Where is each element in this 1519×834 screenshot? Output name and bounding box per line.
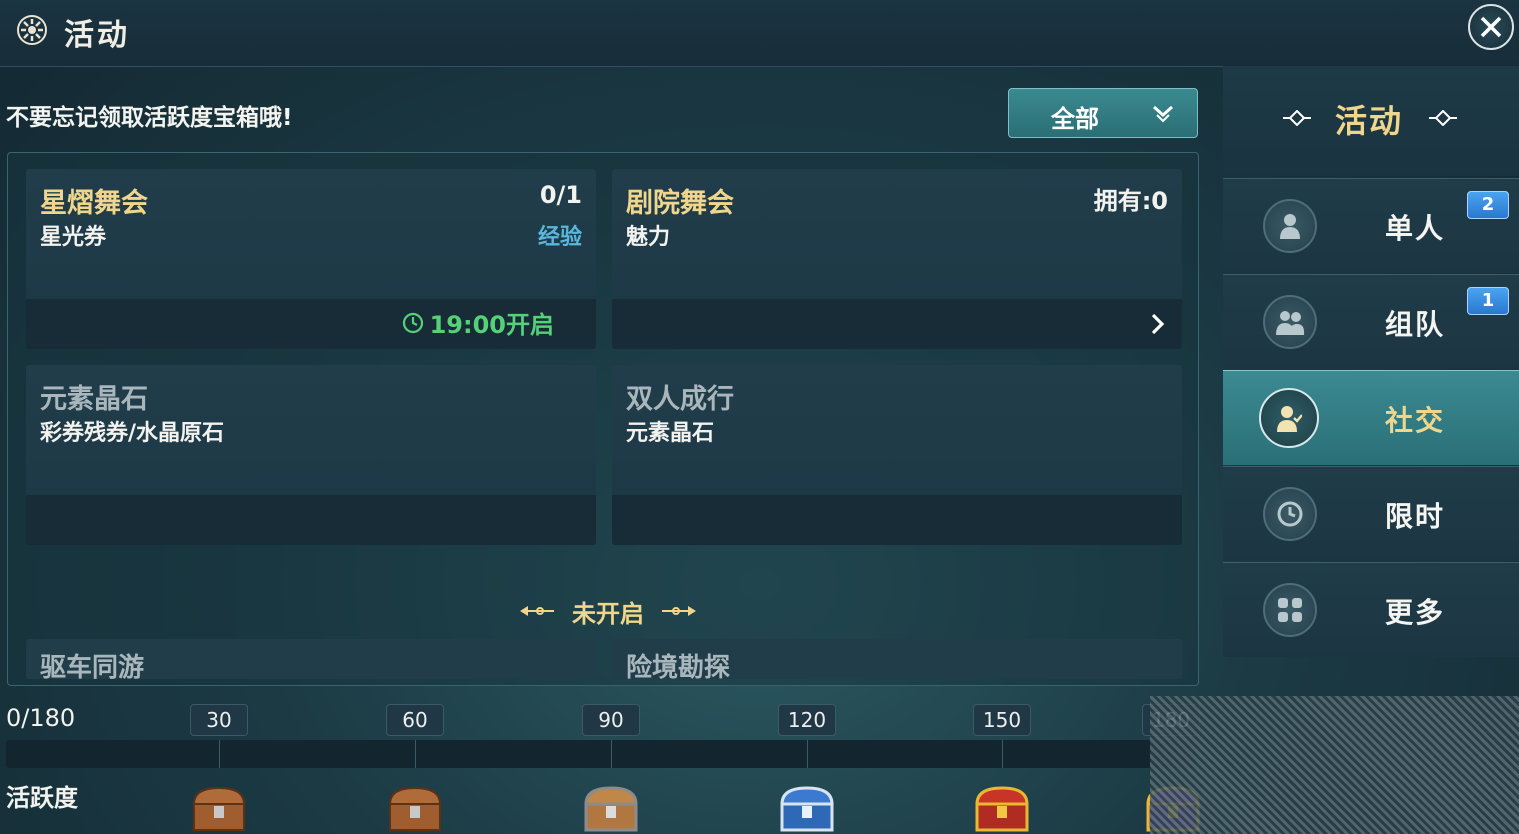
- sidebar-header: 活动: [1223, 66, 1519, 176]
- filter-selected: 全部: [1051, 105, 1099, 133]
- activity-label: 活跃度: [6, 784, 78, 812]
- card-footer: [612, 299, 1182, 349]
- treasure-chest-icon[interactable]: [580, 782, 642, 832]
- card-count: 0/1: [539, 181, 582, 209]
- chevron-right-icon[interactable]: [1148, 311, 1168, 337]
- milestone-tick: [415, 740, 416, 768]
- sidebar-item-label: 组队: [1385, 308, 1446, 341]
- hint-text: 不要忘记领取活跃度宝箱哦!: [6, 105, 293, 131]
- card-title: 剧院舞会: [626, 188, 734, 219]
- clock-icon: [402, 312, 423, 333]
- activity-icon: [17, 15, 47, 45]
- sidebar-item-label: 社交: [1385, 404, 1446, 437]
- milestone-badge: 120: [778, 704, 836, 736]
- treasure-chest-icon[interactable]: [188, 782, 250, 832]
- card-title: 驱车同游: [40, 653, 145, 679]
- milestone-badge: 60: [386, 704, 444, 736]
- treasure-chest-icon[interactable]: [384, 782, 446, 832]
- card-title: 星熠舞会: [40, 188, 148, 219]
- sidebar-item-more[interactable]: 更多: [1223, 562, 1519, 657]
- sidebar-item-limited[interactable]: 限时: [1223, 466, 1519, 561]
- milestone-badge: 150: [973, 704, 1031, 736]
- progress-text: 0/180: [6, 704, 76, 732]
- treasure-chest-icon[interactable]: [776, 782, 838, 832]
- social-icon: [1259, 388, 1319, 448]
- section-divider: 未开启: [488, 591, 728, 631]
- sidebar-item-label: 单人: [1385, 212, 1446, 245]
- activity-card[interactable]: 剧院舞会 魅力 拥有:0: [612, 169, 1182, 349]
- sidebar-header-label: 活动: [1335, 102, 1404, 140]
- sidebar-item-single[interactable]: 单人 2: [1223, 178, 1519, 273]
- milestone-badge: 30: [190, 704, 248, 736]
- ornament-left-icon: [520, 606, 554, 616]
- ornament-left-icon: [1283, 110, 1311, 126]
- card-reward: 经验: [537, 225, 582, 250]
- milestone-tick: [807, 740, 808, 768]
- milestone-tick: [219, 740, 220, 768]
- team-icon: [1263, 295, 1317, 349]
- card-footer: [26, 495, 596, 545]
- sidebar-item-social[interactable]: 社交: [1223, 370, 1519, 465]
- activity-card[interactable]: 元素晶石 彩券残券/水晶原石: [26, 365, 596, 545]
- close-button[interactable]: [1468, 4, 1514, 50]
- ornament-right-icon: [1429, 110, 1457, 126]
- filter-dropdown[interactable]: 全部: [1008, 88, 1198, 138]
- milestone-tick: [1002, 740, 1003, 768]
- activity-card[interactable]: 星熠舞会 星光券 0/1 经验 19:00开启: [26, 169, 596, 349]
- card-subtitle: 魅力: [626, 225, 671, 250]
- treasure-chest-icon[interactable]: [971, 782, 1033, 832]
- activity-card-partial[interactable]: 驱车同游: [26, 639, 596, 679]
- activity-progress-bar: [6, 740, 1196, 768]
- activity-panel: 星熠舞会 星光券 0/1 经验 19:00开启 剧院舞会 魅力 拥有:0 元素晶…: [7, 152, 1199, 686]
- sidebar-item-team[interactable]: 组队 1: [1223, 274, 1519, 369]
- card-subtitle: 星光券: [40, 225, 107, 250]
- sidebar-item-label: 更多: [1385, 596, 1446, 629]
- activity-card-partial[interactable]: 险境勘探: [612, 639, 1182, 679]
- card-time-label: 19:00开启: [429, 311, 554, 339]
- card-subtitle: 彩券残券/水晶原石: [40, 421, 225, 446]
- activity-card[interactable]: 双人成行 元素晶石: [612, 365, 1182, 545]
- count-badge: 2: [1467, 191, 1509, 219]
- close-icon: [1480, 16, 1502, 38]
- card-title: 险境勘探: [626, 653, 731, 679]
- milestone-tick: [611, 740, 612, 768]
- card-footer: [612, 495, 1182, 545]
- milestone-badge: 90: [582, 704, 640, 736]
- card-count: 拥有:0: [1093, 187, 1168, 215]
- card-title: 双人成行: [626, 384, 734, 415]
- clock-icon: [1263, 487, 1317, 541]
- activity-progress: 0/180 30 60 90 120 150 180 活跃度: [0, 690, 1210, 834]
- card-time: 19:00开启: [402, 305, 554, 340]
- single-person-icon: [1263, 199, 1317, 253]
- grid-icon: [1263, 583, 1317, 637]
- section-divider-label: 未开启: [572, 599, 644, 628]
- top-bar: 活动: [0, 0, 1519, 67]
- count-badge: 1: [1467, 287, 1509, 315]
- chevron-down-icon: [1153, 105, 1173, 123]
- page-title: 活动: [64, 18, 130, 53]
- ornament-right-icon: [662, 606, 696, 616]
- sidebar-item-label: 限时: [1385, 500, 1446, 533]
- card-subtitle: 元素晶石: [626, 421, 715, 446]
- card-title: 元素晶石: [40, 384, 148, 415]
- obscured-overlay: [1150, 696, 1519, 834]
